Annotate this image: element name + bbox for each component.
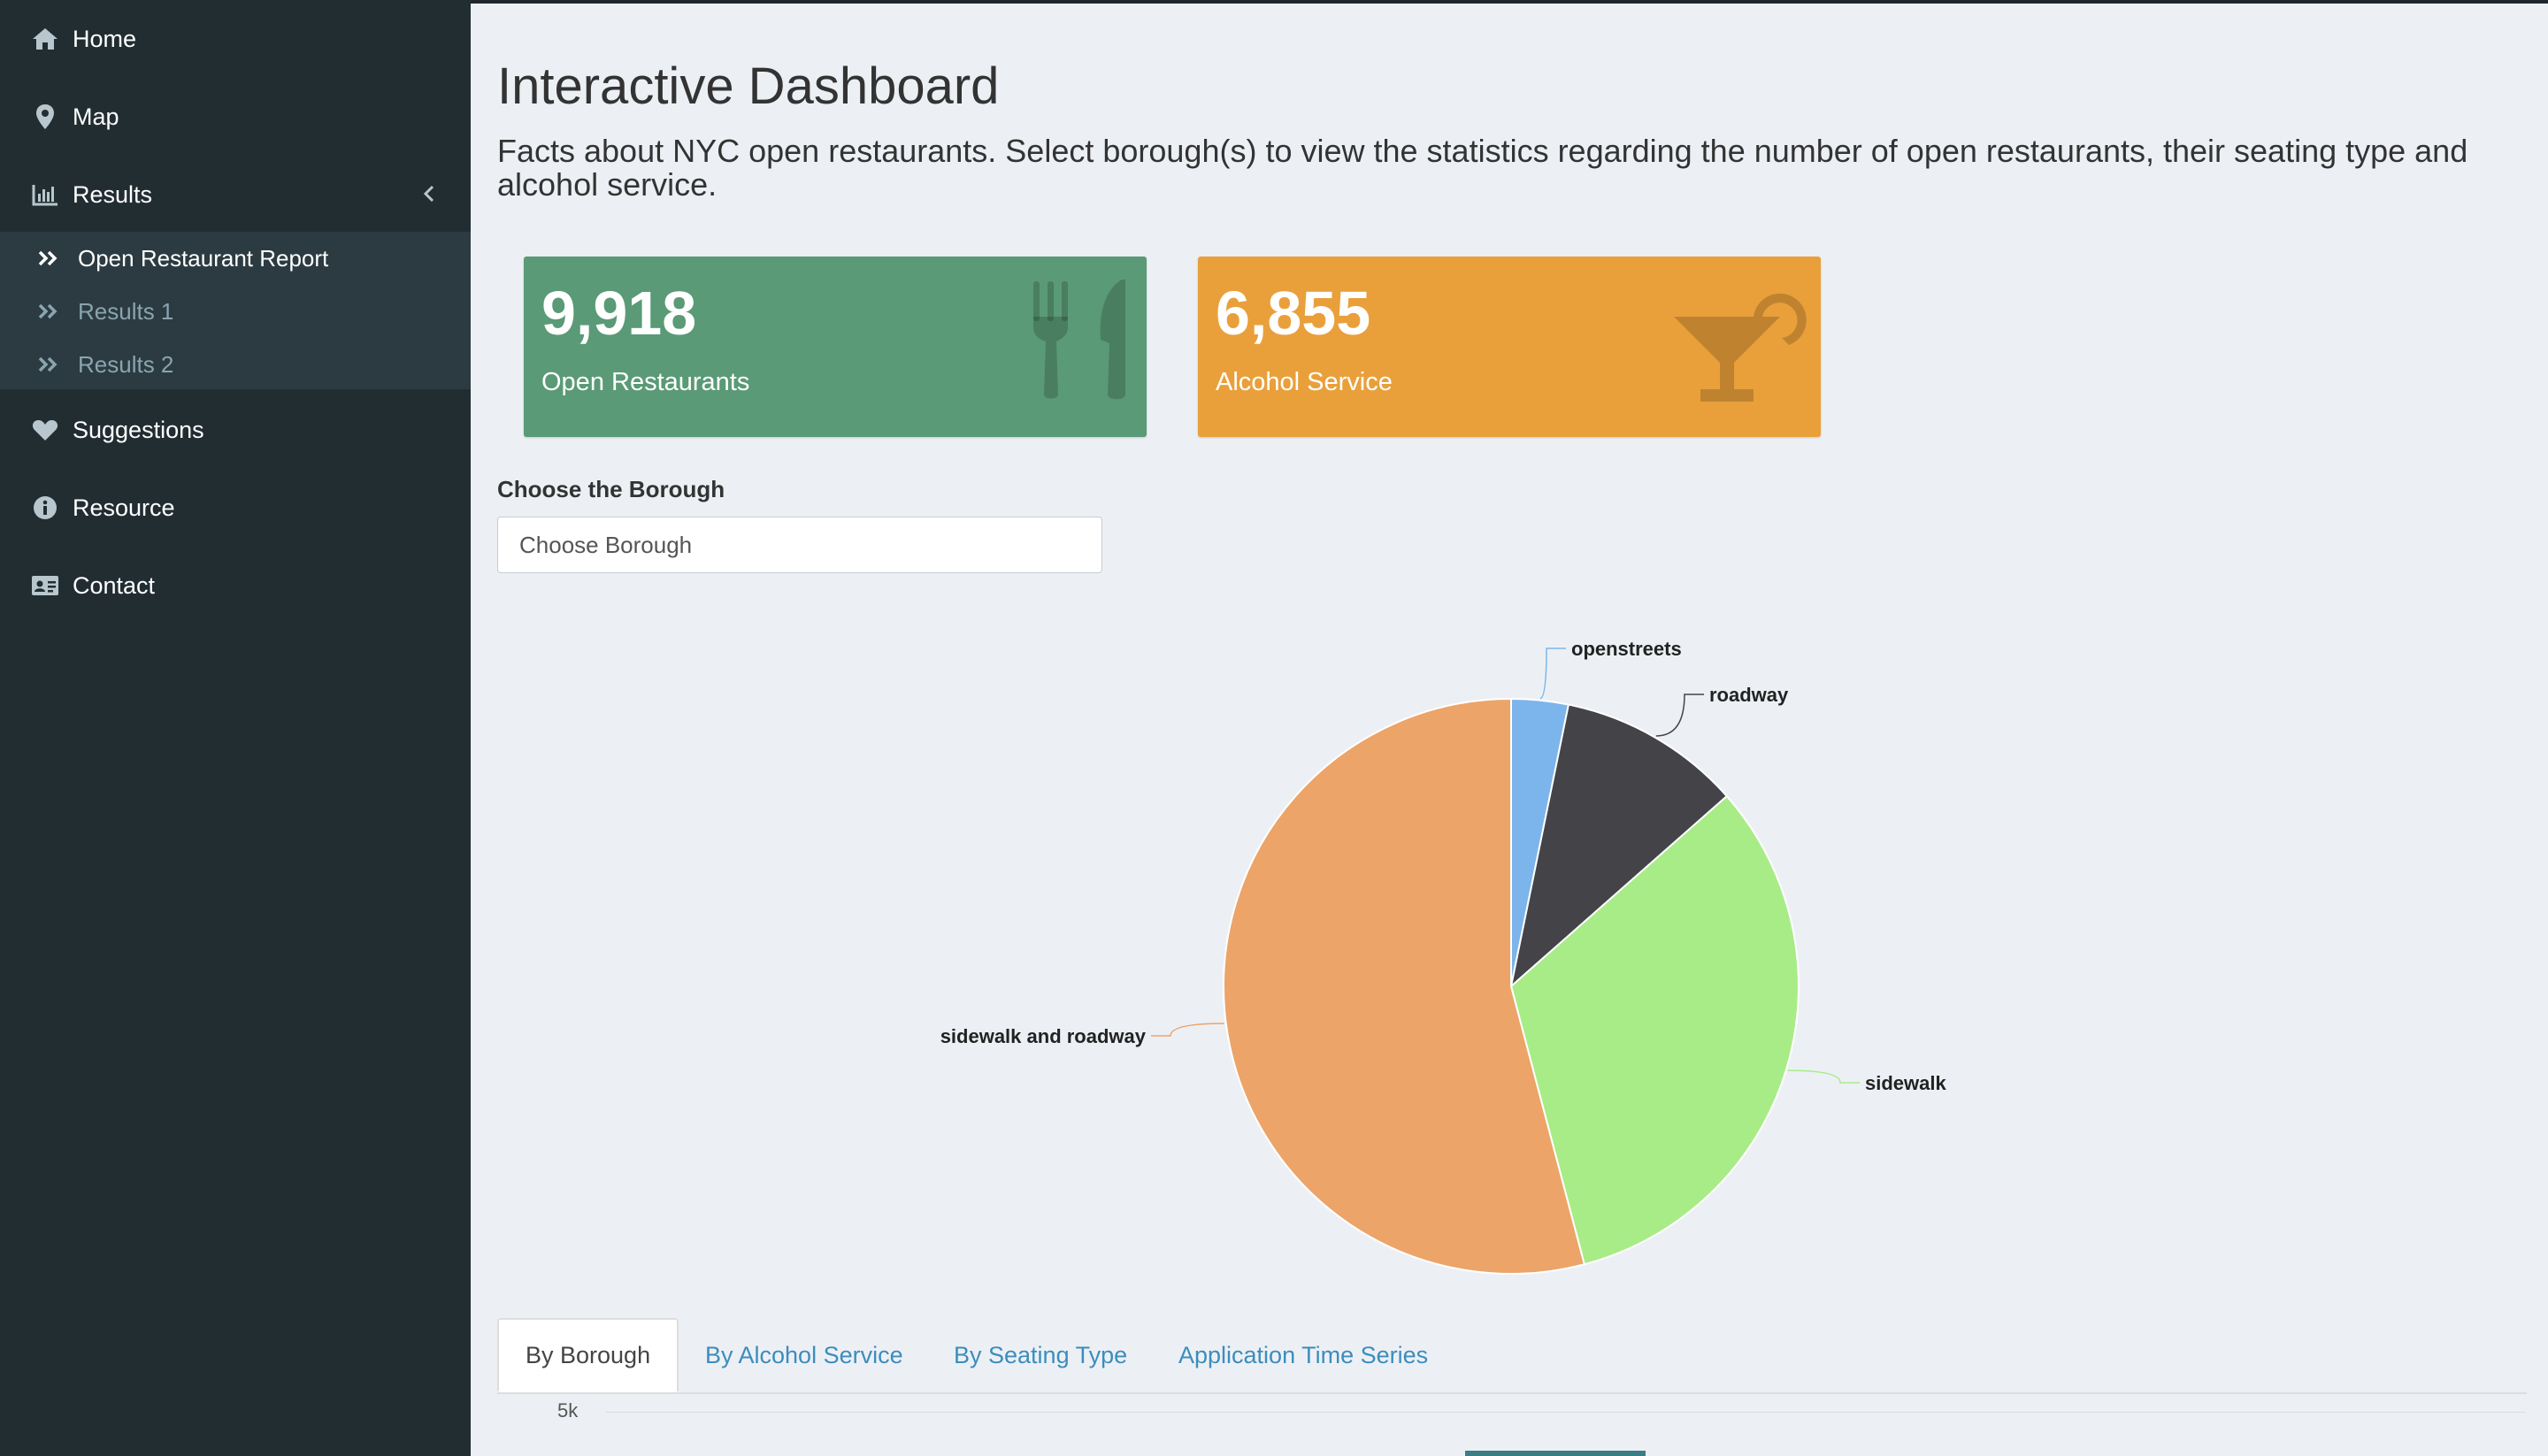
tab-by-alcohol-service[interactable]: By Alcohol Service [705, 1318, 903, 1392]
double-angle-right-icon [35, 351, 62, 378]
value-box-open-restaurants: 9,918 Open Restaurants [524, 257, 1147, 437]
value-box-alcohol-service: 6,855 Alcohol Service [1198, 257, 1821, 437]
pie-connector [1787, 1069, 1860, 1084]
sidebar-item-home[interactable]: Home [0, 0, 471, 78]
submenu-item-results-2[interactable]: Results 2 [0, 338, 471, 391]
submenu-item-label: Open Restaurant Report [78, 244, 329, 272]
bar-chart-icon [30, 180, 60, 210]
map-marker-icon [30, 102, 60, 132]
pie-connector [1655, 694, 1704, 737]
sidebar-item-results[interactable]: Results [0, 156, 471, 234]
sidebar-item-label: Resource [73, 494, 175, 521]
tab-application-time-series[interactable]: Application Time Series [1178, 1318, 1428, 1392]
lower-chart-gridline [605, 1412, 2525, 1413]
chevron-left-icon[interactable] [423, 181, 435, 211]
sidebar-item-label: Home [73, 25, 137, 52]
results-submenu: Open Restaurant Report Results 1 Results… [0, 232, 471, 389]
sidebar-item-label: Map [73, 103, 119, 130]
borough-select-placeholder: Choose Borough [519, 531, 693, 558]
pie-connector [1539, 648, 1566, 700]
value-box-caption: Open Restaurants [541, 368, 750, 396]
submenu-item-label: Results 2 [78, 350, 174, 378]
pie-label: openstreets [1571, 638, 1682, 660]
pie-label: roadway [1709, 684, 1789, 706]
double-angle-right-icon [35, 298, 62, 325]
double-angle-right-icon [35, 245, 62, 272]
sidebar: Home Map Results Open Restaurant Report … [0, 0, 471, 1456]
value-box-caption: Alcohol Service [1216, 368, 1393, 396]
id-card-icon [30, 571, 60, 601]
sidebar-item-label: Contact [73, 571, 156, 599]
chart-tabs: By Borough By Alcohol Service By Seating… [497, 1318, 2527, 1394]
heart-icon [30, 415, 60, 445]
lower-chart-y-tick: 5k [557, 1399, 579, 1422]
submenu-item-results-1[interactable]: Results 1 [0, 285, 471, 338]
seating-type-pie-chart: openstreets roadway sidewalk sidewalk and r… [885, 619, 2035, 1291]
value-box-number: 6,855 [1216, 279, 1371, 348]
sidebar-item-map[interactable]: Map [0, 78, 471, 156]
cutlery-icon [1026, 272, 1141, 410]
borough-select[interactable]: Choose Borough [497, 517, 1102, 573]
info-circle-icon [30, 493, 60, 523]
pie-label: sidewalk and roadway [940, 1025, 1147, 1047]
borough-select-label: Choose the Borough [497, 476, 725, 502]
sidebar-item-label: Results [73, 180, 153, 208]
home-icon [30, 24, 60, 54]
page-description: Facts about NYC open restaurants. Select… [497, 133, 2468, 203]
tab-by-borough[interactable]: By Borough [497, 1318, 679, 1392]
lower-chart-bar [1465, 1451, 1646, 1456]
sidebar-item-suggestions[interactable]: Suggestions [0, 391, 471, 469]
pie-label: sidewalk [1865, 1072, 1946, 1094]
cocktail-icon [1665, 272, 1815, 410]
page-title: Interactive Dashboard [497, 57, 1000, 115]
pie-chart-svg: openstreets roadway sidewalk sidewalk and r… [940, 638, 1946, 1275]
submenu-item-open-restaurant-report[interactable]: Open Restaurant Report [0, 232, 471, 285]
value-box-number: 9,918 [541, 279, 697, 348]
pie-connector [1151, 1023, 1224, 1037]
sidebar-item-contact[interactable]: Contact [0, 547, 471, 625]
tab-by-seating-type[interactable]: By Seating Type [954, 1318, 1127, 1392]
submenu-item-label: Results 1 [78, 297, 174, 325]
sidebar-item-resource[interactable]: Resource [0, 469, 471, 547]
sidebar-item-label: Suggestions [73, 416, 204, 443]
